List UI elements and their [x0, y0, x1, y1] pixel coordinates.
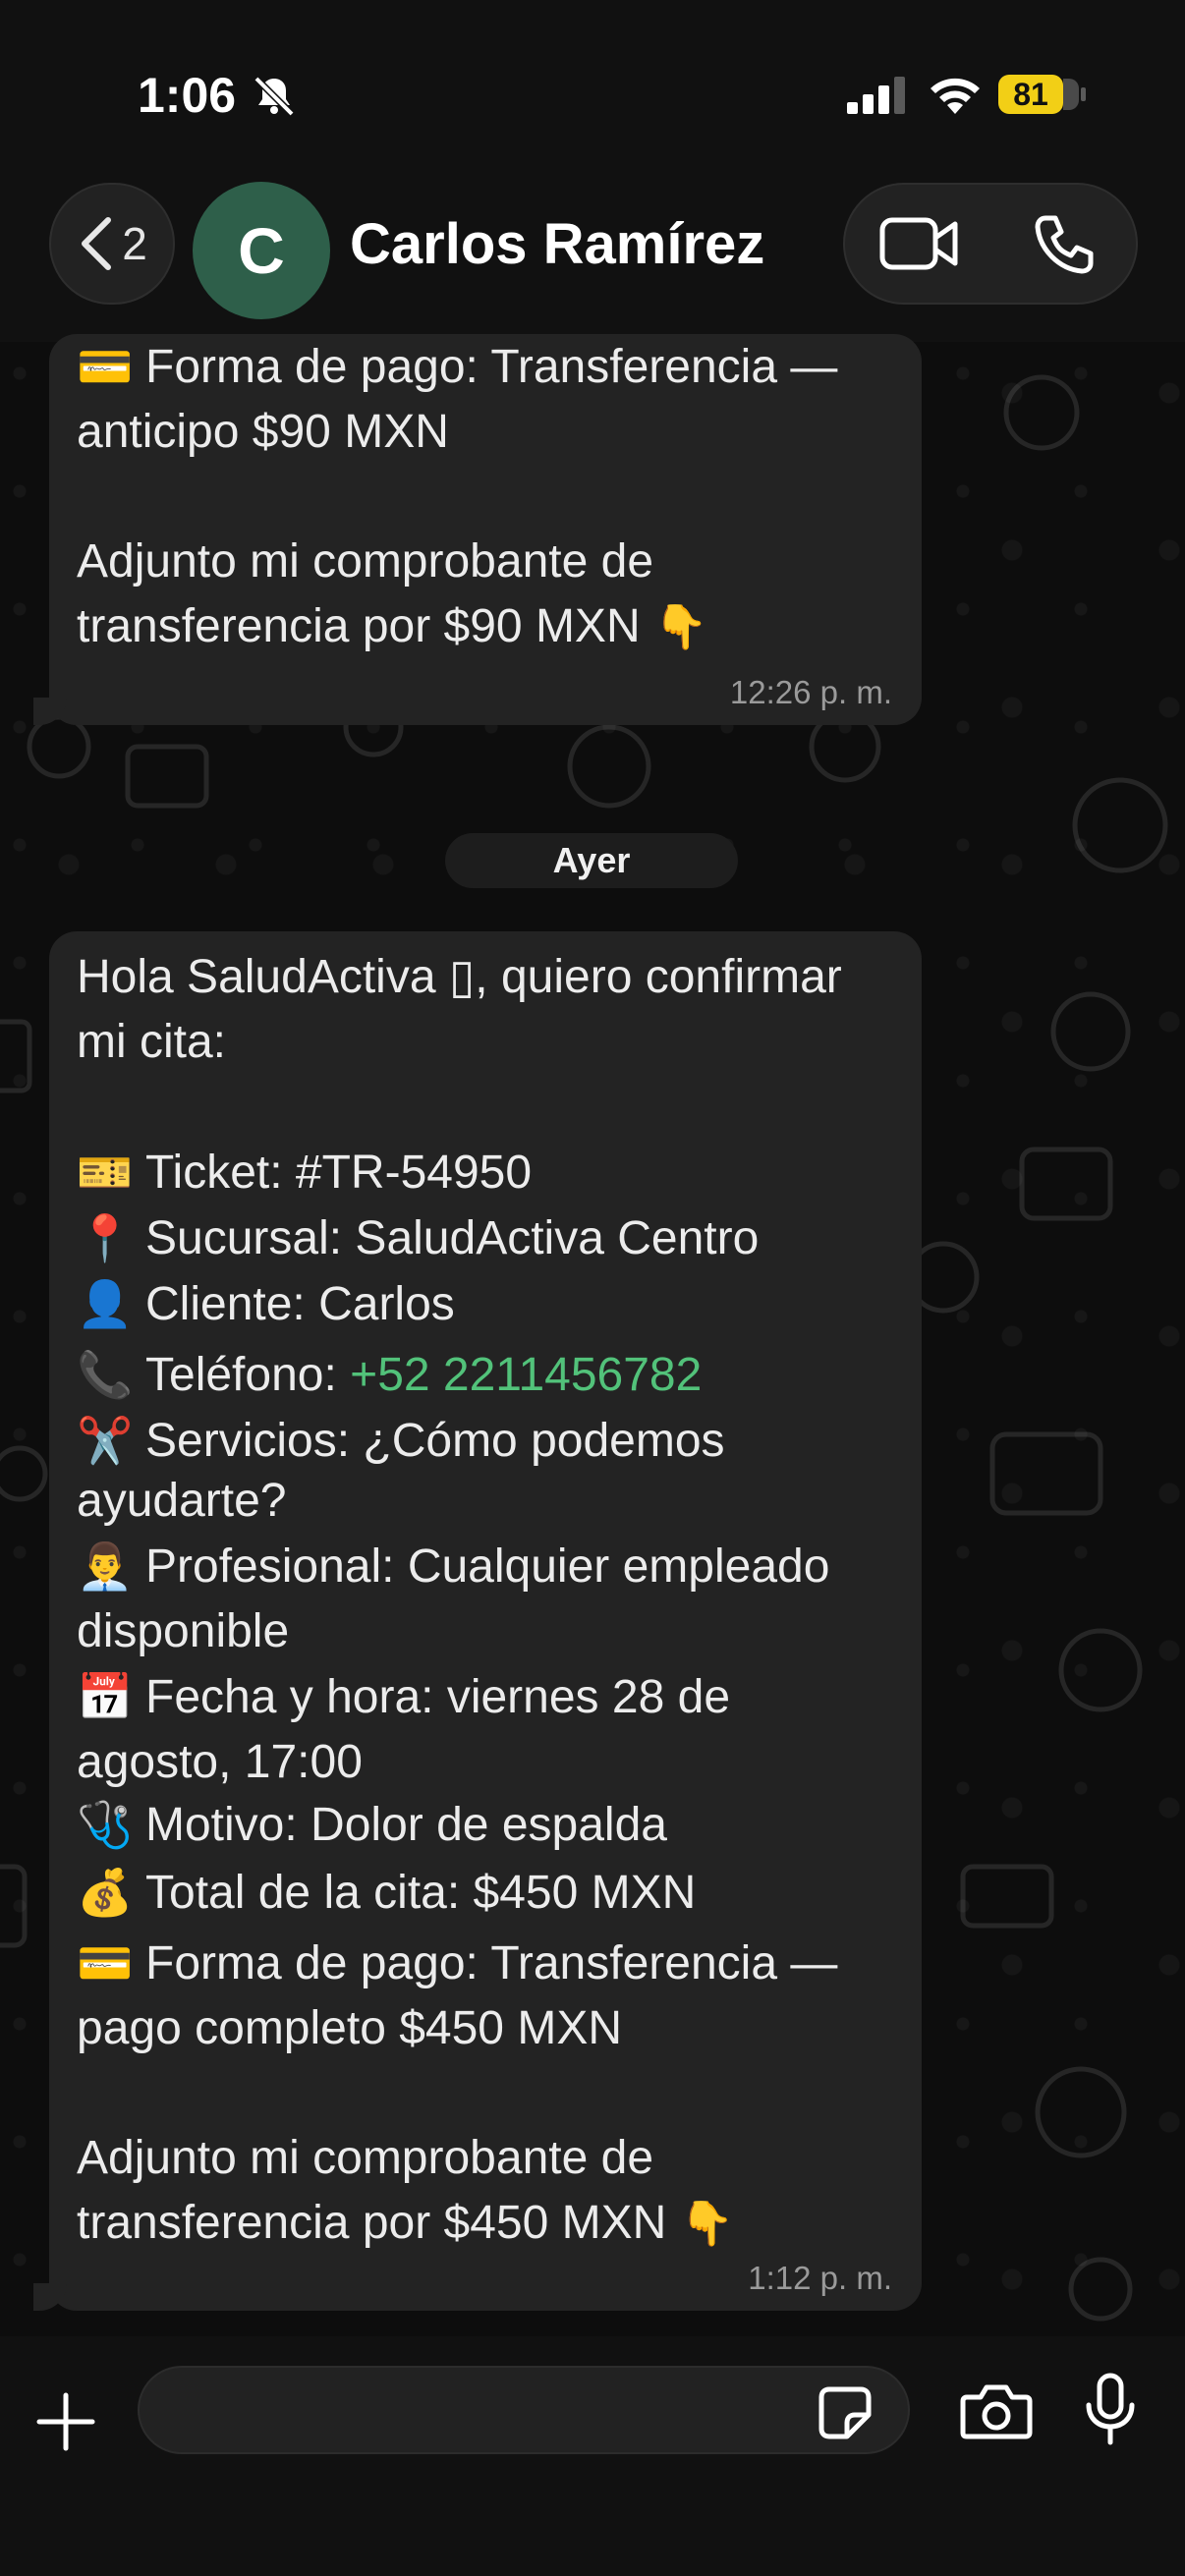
message-line: Total de la cita: $450 MXN: [145, 1867, 697, 1919]
pointing-down-icon: 👇: [653, 602, 708, 652]
home-indicator-area: [0, 2517, 1185, 2576]
location-pin-icon: 📍: [77, 1211, 134, 1264]
message-timestamp: 1:12 p. m.: [748, 2260, 892, 2296]
message-line: Ticket: #TR-54950: [145, 1147, 533, 1199]
message-line: Adjunto mi comprobante de: [77, 2132, 654, 2184]
message-line: Sucursal: SaludActiva Centro: [145, 1212, 760, 1264]
status-time: 1:06: [138, 68, 237, 123]
message-line: ayudarte?: [77, 1475, 287, 1527]
battery-level: 81: [998, 75, 1063, 114]
message-line: disponible: [77, 1605, 290, 1657]
message-input[interactable]: [138, 2366, 910, 2454]
message-line: agosto, 17:00: [77, 1736, 363, 1788]
message-line: mi cita:: [77, 1016, 227, 1068]
message-bubble[interactable]: Hola SaludActiva ▯, quiero confirmar mi …: [33, 931, 922, 2311]
message-line: Profesional: Cualquier empleado: [145, 1540, 830, 1593]
cellular-signal-icon: [847, 77, 905, 114]
message-line: Motivo: Dolor de espalda: [145, 1799, 667, 1851]
credit-card-icon: 💳: [77, 340, 134, 393]
phone-number-link[interactable]: +52 2211456782: [350, 1349, 702, 1401]
battery-empty-part: [1063, 79, 1079, 110]
message-timestamp: 12:26 p. m.: [729, 674, 892, 710]
bell-off-icon: [254, 76, 295, 117]
ticket-icon: 🎫: [77, 1146, 134, 1199]
message-line: anticipo $90 MXN: [77, 406, 449, 458]
pointing-down-icon: 👇: [680, 2199, 735, 2249]
bubble-tail: [33, 698, 67, 725]
message-line: transferencia por $90 MXN: [77, 600, 641, 652]
plus-icon[interactable]: [35, 2391, 96, 2452]
stethoscope-icon: 🩺: [77, 1798, 134, 1851]
message-line: transferencia por $450 MXN: [77, 2197, 667, 2249]
status-bar: 1:06 81: [0, 0, 1185, 177]
sticker-icon[interactable]: [816, 2383, 875, 2442]
scissors-icon: ✂️: [77, 1414, 134, 1467]
bubble-tail: [33, 2283, 67, 2311]
wifi-icon: [931, 78, 980, 114]
message-line: Fecha y hora: viernes 28 de: [145, 1671, 731, 1723]
date-separator: Ayer: [445, 833, 738, 888]
chevron-left-icon: [82, 217, 112, 270]
message-line: pago completo $450 MXN: [77, 2002, 622, 2054]
contact-name[interactable]: Carlos Ramírez: [350, 211, 841, 277]
calendar-icon: 📅: [77, 1670, 134, 1723]
message-line: Cliente: Carlos: [145, 1278, 455, 1330]
battery-indicator: 81: [998, 75, 1086, 114]
message-line: Forma de pago: Transferencia —: [145, 341, 838, 393]
avatar[interactable]: C: [193, 182, 330, 319]
message-line: Teléfono:: [145, 1349, 351, 1401]
telephone-icon: 📞: [77, 1348, 134, 1401]
message-bubble[interactable]: 💳 Forma de pago: Transferencia — anticipo…: [33, 334, 922, 725]
battery-nub: [1081, 87, 1086, 101]
credit-card-icon: 💳: [77, 1936, 134, 1989]
person-icon: 👤: [77, 1277, 134, 1330]
chat-header: 2 C Carlos Ramírez: [0, 177, 1185, 342]
phone-call-icon[interactable]: [1032, 212, 1097, 277]
camera-icon[interactable]: [959, 2381, 1034, 2442]
call-actions: [843, 183, 1138, 305]
back-button[interactable]: 2: [49, 183, 175, 305]
professional-icon: 👨‍💼: [77, 1540, 134, 1593]
unread-count: 2: [122, 218, 147, 269]
message-line: Adjunto mi comprobante de: [77, 535, 654, 588]
message-line: Forma de pago: Transferencia —: [145, 1937, 838, 1989]
money-bag-icon: 💰: [77, 1866, 134, 1919]
video-call-icon[interactable]: [878, 214, 961, 273]
message-composer: [0, 2336, 1185, 2576]
microphone-icon[interactable]: [1083, 2372, 1138, 2446]
message-line: Hola SaludActiva ▯, quiero confirmar: [77, 951, 842, 1003]
message-line: Servicios: ¿Cómo podemos: [145, 1415, 725, 1467]
